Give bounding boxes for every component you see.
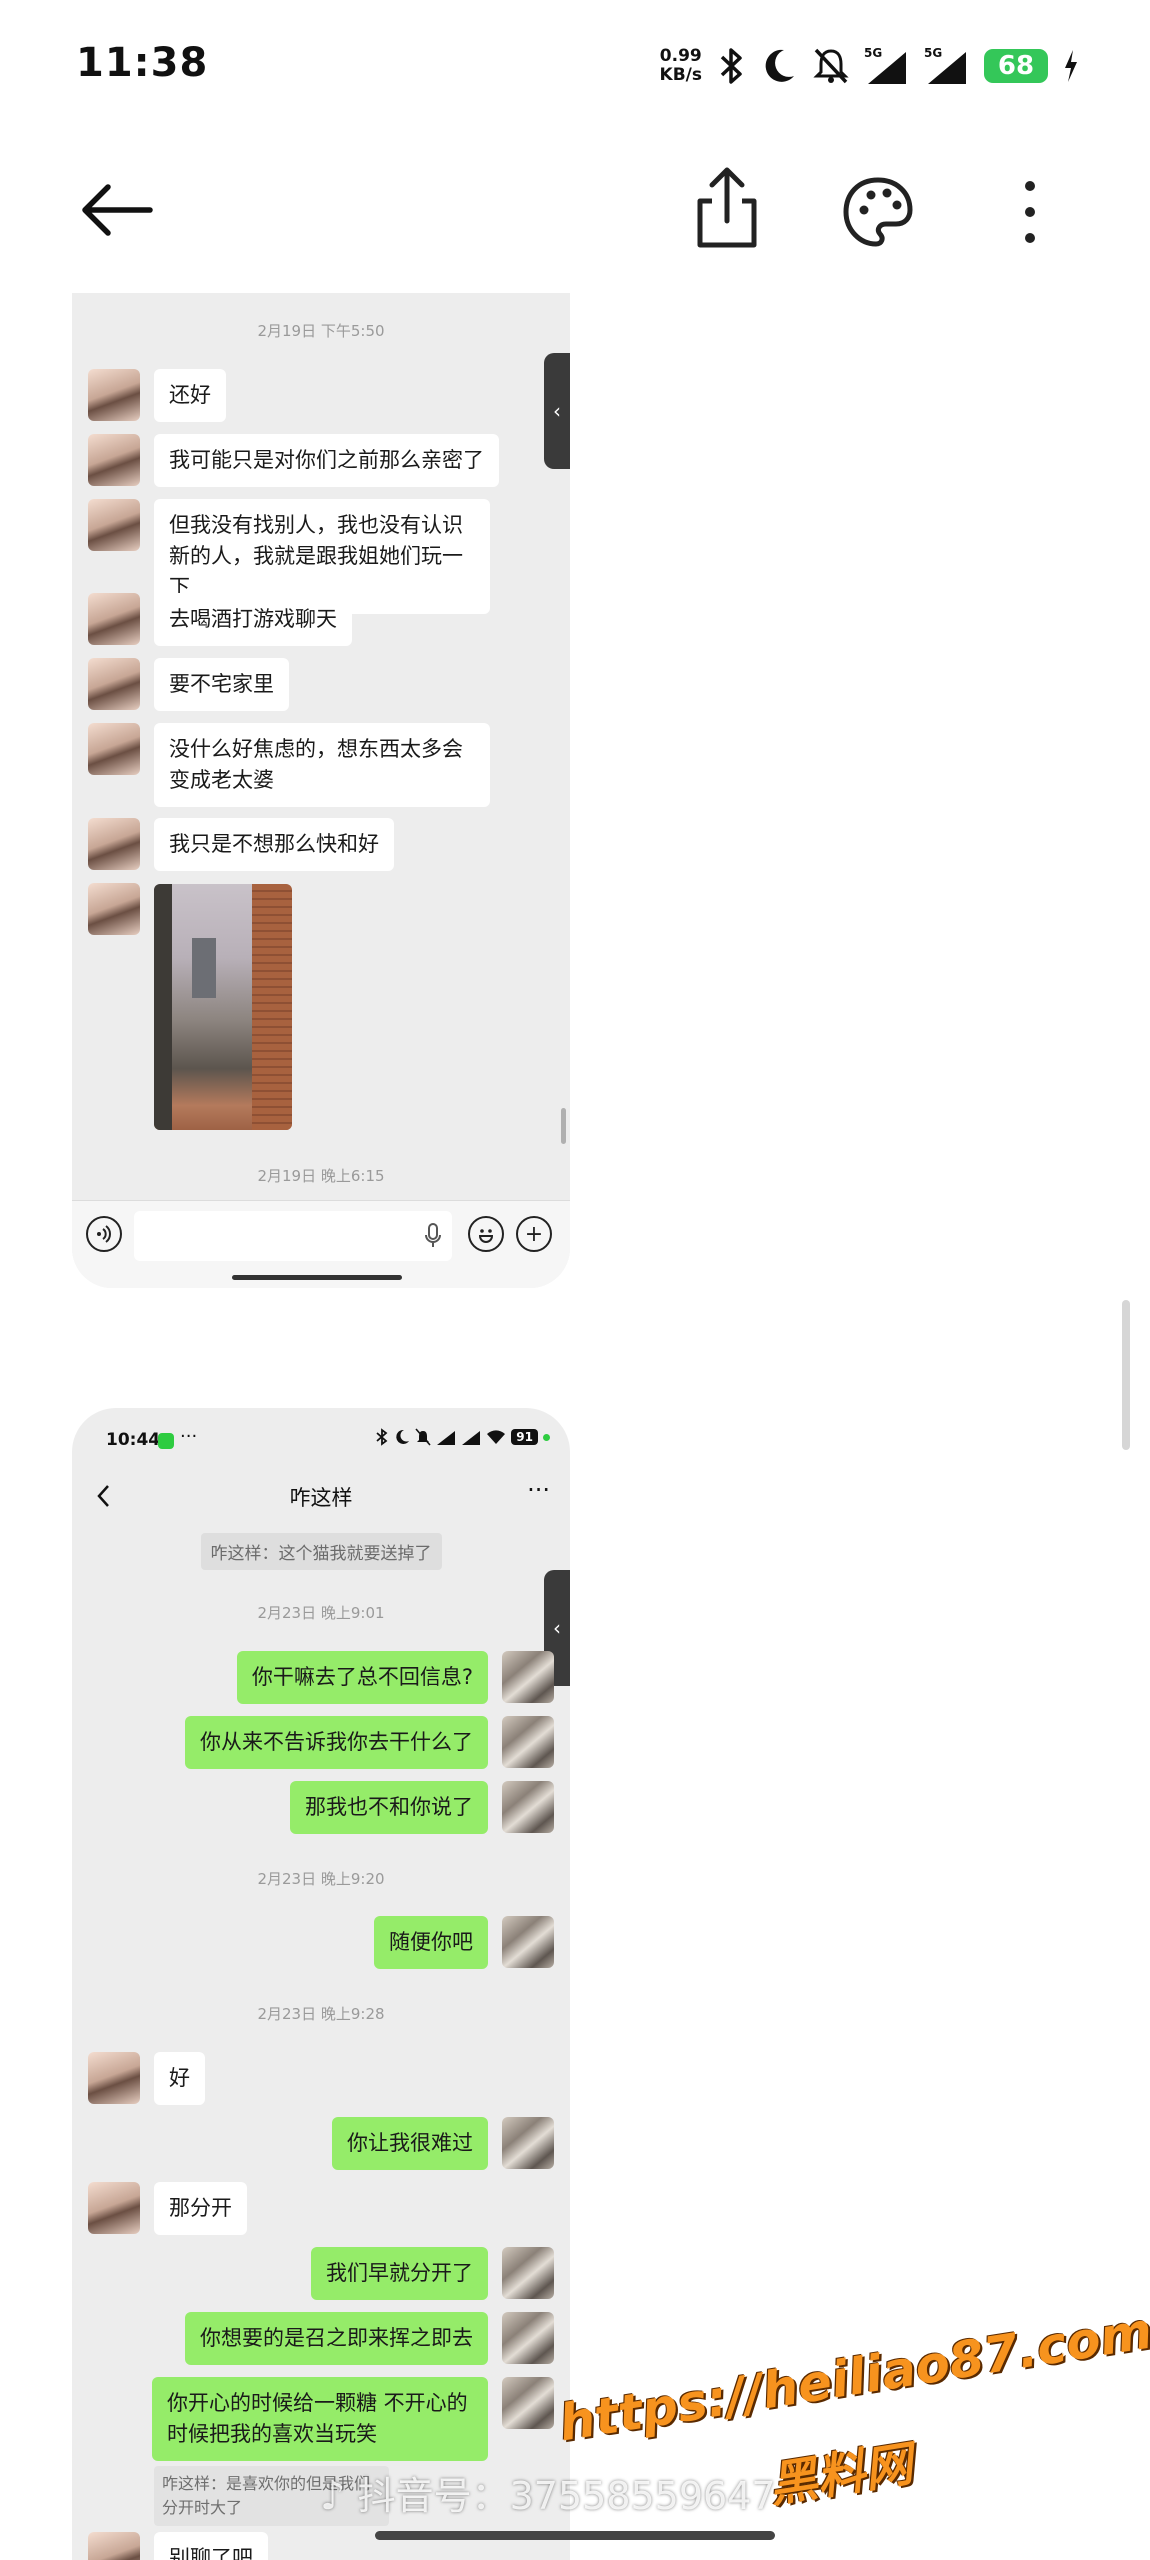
emoji-icon[interactable] — [468, 1216, 504, 1252]
photo-building — [192, 938, 216, 998]
chat-screenshot-2: 10:44 ··· 91 咋这样 ··· 咋这样：这个猫我就要送掉了 ‹ 2月2… — [72, 1408, 570, 2560]
avatar[interactable] — [502, 1916, 554, 1968]
avatar[interactable] — [502, 1781, 554, 1833]
message-bubble[interactable]: 好 — [154, 2052, 205, 2105]
bluetooth-icon — [376, 1428, 388, 1446]
avatar[interactable] — [88, 658, 140, 710]
more-icon[interactable]: ··· — [527, 1476, 550, 1504]
side-handle[interactable]: ‹ — [544, 353, 570, 469]
net-speed: 0.99 KB/s — [659, 46, 702, 85]
message-bubble[interactable]: 你让我很难过 — [332, 2117, 488, 2170]
moon-icon — [765, 49, 794, 82]
watermark-name: 黑料网 — [765, 2436, 917, 2514]
back-arrow-icon[interactable] — [78, 175, 158, 245]
card2-battery: 91 — [511, 1429, 538, 1445]
avatar[interactable] — [502, 2247, 554, 2299]
status-icons: 0.99 KB/s 5G 5G 68 — [660, 42, 1080, 90]
avatar[interactable] — [88, 499, 140, 551]
photo-message[interactable] — [154, 884, 292, 1130]
message-bubble[interactable]: 你想要的是召之即来挥之即去 — [185, 2312, 488, 2365]
photo-window-frame — [154, 884, 172, 1130]
plus-icon[interactable]: + — [516, 1216, 552, 1252]
sound-wave-icon — [97, 1225, 111, 1243]
message-bubble[interactable]: 没什么好焦虑的，想东西太多会变成老太婆 — [154, 723, 490, 807]
voice-icon[interactable] — [86, 1216, 122, 1252]
share-icon[interactable] — [690, 165, 764, 250]
bluetooth-icon — [720, 48, 742, 84]
home-indicator — [232, 1275, 402, 1280]
chevron-left-icon: ‹ — [553, 399, 561, 423]
watermark-url: https://heiliao87.com — [555, 2301, 1150, 2453]
message-bubble[interactable]: 去喝酒打游戏聊天 — [154, 593, 352, 646]
microphone-icon[interactable] — [424, 1223, 442, 1249]
moon-icon — [396, 1429, 410, 1444]
page-scrollbar[interactable] — [1122, 1300, 1130, 1450]
timestamp: 2月19日 晚上6:15 — [257, 1167, 385, 1185]
message-input[interactable] — [134, 1211, 452, 1261]
signal-icon — [462, 1431, 481, 1445]
charging-icon — [1065, 50, 1077, 82]
home-indicator — [375, 2531, 775, 2540]
signal-2: 5G — [924, 46, 970, 86]
message-bubble[interactable]: 你从来不告诉我你去干什么了 — [185, 1716, 488, 1769]
avatar[interactable] — [502, 2312, 554, 2364]
avatar[interactable] — [88, 723, 140, 775]
avatar[interactable] — [502, 2377, 554, 2429]
message-bubble[interactable]: 你开心的时候给一颗糖 不开心的时候把我的喜欢当玩笑 — [152, 2377, 488, 2461]
signal-1: 5G — [864, 46, 910, 86]
avatar[interactable] — [502, 1716, 554, 1768]
message-bubble[interactable]: 要不宅家里 — [154, 658, 289, 711]
avatar[interactable] — [88, 2182, 140, 2234]
message-bubble[interactable]: 别聊了吧 — [154, 2532, 268, 2560]
message-bubble[interactable]: 那分开 — [154, 2182, 247, 2235]
timestamp: 2月19日 下午5:50 — [257, 322, 385, 340]
message-bubble[interactable]: 那我也不和你说了 — [290, 1781, 488, 1834]
avatar[interactable] — [88, 434, 140, 486]
smiley-icon — [478, 1229, 494, 1243]
signal-icon — [928, 52, 966, 84]
more-vertical-icon[interactable] — [1000, 172, 1060, 252]
status-time: 11:38 — [76, 40, 209, 86]
card2-more-dots: ··· — [180, 1426, 198, 1447]
avatar[interactable] — [88, 883, 140, 935]
mute-icon — [813, 48, 849, 84]
message-bubble[interactable]: 你干嘛去了总不回信息? — [236, 1651, 488, 1704]
message-bubble[interactable]: 随便你吧 — [374, 1916, 488, 1969]
message-bubble[interactable]: 还好 — [154, 369, 226, 422]
signal-icon — [868, 52, 906, 84]
avatar[interactable] — [88, 2532, 140, 2560]
avatar[interactable] — [502, 2117, 554, 2169]
card2-wechat-badge — [158, 1433, 174, 1449]
avatar[interactable] — [88, 369, 140, 421]
wifi-icon — [487, 1430, 506, 1444]
palette-icon[interactable] — [838, 172, 918, 252]
card2-status-icons: 91 — [375, 1428, 550, 1446]
timestamp: 2月23日 晚上9:20 — [257, 1870, 385, 1888]
chat-input-bar: + — [72, 1200, 570, 1288]
avatar[interactable] — [88, 593, 140, 645]
card2-status-time: 10:44 — [106, 1430, 161, 1450]
scrollbar-thumb[interactable] — [561, 1108, 566, 1144]
screen: { "status_bar": { "time": "11:38", "net_… — [0, 0, 1150, 2560]
message-bubble[interactable]: 我只是不想那么快和好 — [154, 818, 394, 871]
message-bubble[interactable]: 我们早就分开了 — [311, 2247, 488, 2300]
avatar[interactable] — [502, 1651, 554, 1703]
system-note: 咋这样：这个猫我就要送掉了 — [72, 1533, 570, 1570]
avatar[interactable] — [88, 818, 140, 870]
card2-charge-dot — [543, 1433, 550, 1441]
photo-brick-wall — [252, 884, 292, 1130]
chat-title: 咋这样 — [289, 1486, 353, 1510]
timestamp: 2月23日 晚上9:01 — [257, 1604, 385, 1622]
chat-screenshot-1: 2月19日 下午5:50 ‹ 还好 我可能只是对你们之前那么亲密了 但我没有找别… — [72, 293, 570, 1288]
timestamp: 2月23日 晚上9:28 — [257, 2005, 385, 2023]
message-bubble[interactable]: 我可能只是对你们之前那么亲密了 — [154, 434, 499, 487]
douyin-watermark: ♪ 抖音号：37558559647 — [320, 2473, 776, 2519]
mute-icon — [415, 1428, 431, 1446]
signal-icon — [437, 1431, 456, 1445]
douyin-logo-icon: ♪ — [320, 2473, 346, 2519]
avatar[interactable] — [88, 2052, 140, 2104]
battery-indicator: 68 — [984, 49, 1048, 83]
